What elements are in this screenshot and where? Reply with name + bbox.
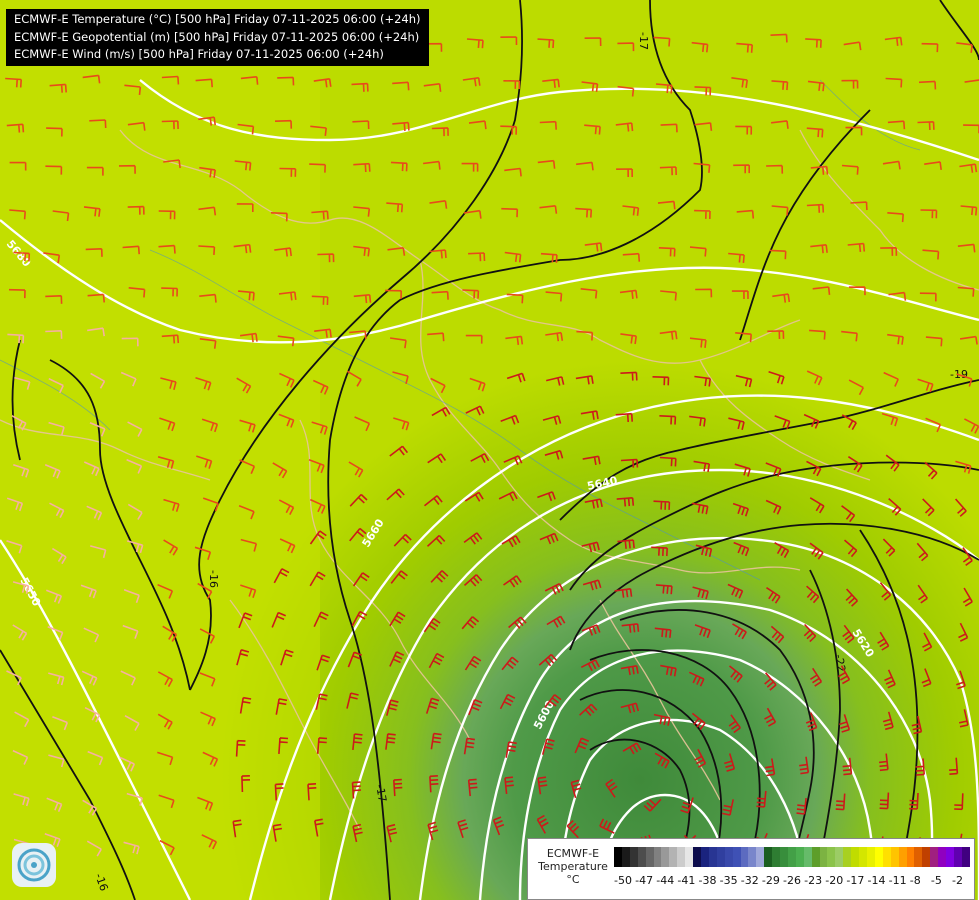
legend-swatch: [843, 847, 852, 867]
info-line-temperature: ECMWF-E Temperature (°C) [500 hPa] Frida…: [14, 12, 421, 26]
legend-swatch: [629, 847, 638, 867]
legend-tick: -41: [677, 874, 696, 887]
legend-swatch: [669, 847, 678, 867]
legend-ticks: -50 -47 -44 -41 -38 -35 -32 -29 -26 -23 -20 -17 -14-…: [614, 874, 974, 888]
legend-tick: -17: [846, 874, 865, 887]
legend-swatch: [693, 847, 701, 867]
legend-unit: °C: [566, 873, 580, 886]
legend-swatch: [787, 847, 796, 867]
legend-swatch: [906, 847, 915, 867]
info-line-wind: ECMWF-E Wind (m/s) [500 hPa] Friday 07-1…: [14, 47, 384, 61]
map-info-box: ECMWF-E Temperature (°C) [500 hPa] Frida…: [6, 9, 429, 66]
legend-color-bar: [614, 847, 970, 867]
legend-swatch: [700, 847, 709, 867]
legend-swatch: [756, 847, 765, 867]
legend-swatch: [961, 847, 970, 867]
legend-swatch: [946, 847, 954, 867]
legend-swatch: [708, 847, 717, 867]
legend-swatch: [653, 847, 662, 867]
legend-swatch: [851, 847, 860, 867]
legend-swatch: [764, 847, 773, 867]
legend-swatch: [914, 847, 923, 867]
legend-tick: -35: [719, 874, 738, 887]
legend-tick: -32: [740, 874, 759, 887]
legend-swatch: [874, 847, 883, 867]
legend-swatch: [716, 847, 725, 867]
legend-swatch: [614, 847, 622, 867]
legend-swatch: [835, 847, 844, 867]
legend-swatch: [732, 847, 741, 867]
legend-swatch: [803, 847, 812, 867]
legend-tick: -44: [656, 874, 675, 887]
legend-tick: -5: [930, 874, 942, 887]
legend-swatch: [621, 847, 630, 867]
legend-swatch: [685, 847, 694, 867]
legend-swatch: [953, 847, 962, 867]
weather-map[interactable]: 5680 5660 5650 5640 5620 5600 -17 -16 -1…: [0, 0, 979, 900]
info-line-geopotential: ECMWF-E Geopotential (m) [500 hPa] Frida…: [14, 29, 420, 44]
legend-swatch: [882, 847, 891, 867]
legend-tick: -29: [761, 874, 780, 887]
legend-model: ECMWF-E: [546, 847, 600, 860]
legend-swatch: [677, 847, 686, 867]
legend-swatch: [724, 847, 733, 867]
legend-swatch: [772, 847, 781, 867]
legend-swatch: [890, 847, 899, 867]
legend-tick: -38: [698, 874, 717, 887]
legend-swatch: [661, 847, 670, 867]
legend-tick: -2: [952, 874, 963, 887]
legend-tick: -50: [614, 874, 632, 887]
legend-variable: Temperature: [538, 860, 608, 873]
legend-swatch: [740, 847, 749, 867]
legend-swatch: [938, 847, 947, 867]
legend-tick: -20: [825, 874, 844, 887]
legend-swatch: [898, 847, 907, 867]
legend-swatch: [922, 847, 931, 867]
isotherm-label: -17: [637, 32, 650, 50]
isotherm-label: -16: [207, 570, 220, 588]
legend-swatch: [867, 847, 875, 867]
legend-swatch: [819, 847, 828, 867]
legend-swatch: [811, 847, 820, 867]
legend-swatch: [637, 847, 646, 867]
legend-tick: -11: [888, 874, 907, 887]
legend-swatch: [795, 847, 804, 867]
legend-tick: -23: [804, 874, 823, 887]
legend-swatch: [930, 847, 939, 867]
legend-swatch: [748, 847, 757, 867]
legend-tick: -47: [635, 874, 654, 887]
legend-swatch: [859, 847, 867, 867]
color-legend: ECMWF-E Temperature °C -50 -47 -44 -41 -38 -3…: [527, 838, 975, 900]
legend-swatch: [827, 847, 836, 867]
legend-swatch: [780, 847, 788, 867]
legend-title: ECMWF-E Temperature °C: [536, 847, 610, 886]
legend-swatch: [645, 847, 654, 867]
legend-tick: -26: [783, 874, 801, 887]
ecmwf-logo-icon[interactable]: [12, 843, 56, 887]
legend-tick: -8: [909, 874, 921, 887]
legend-tick: -14: [867, 874, 886, 887]
warm-field-west: [0, 0, 320, 900]
